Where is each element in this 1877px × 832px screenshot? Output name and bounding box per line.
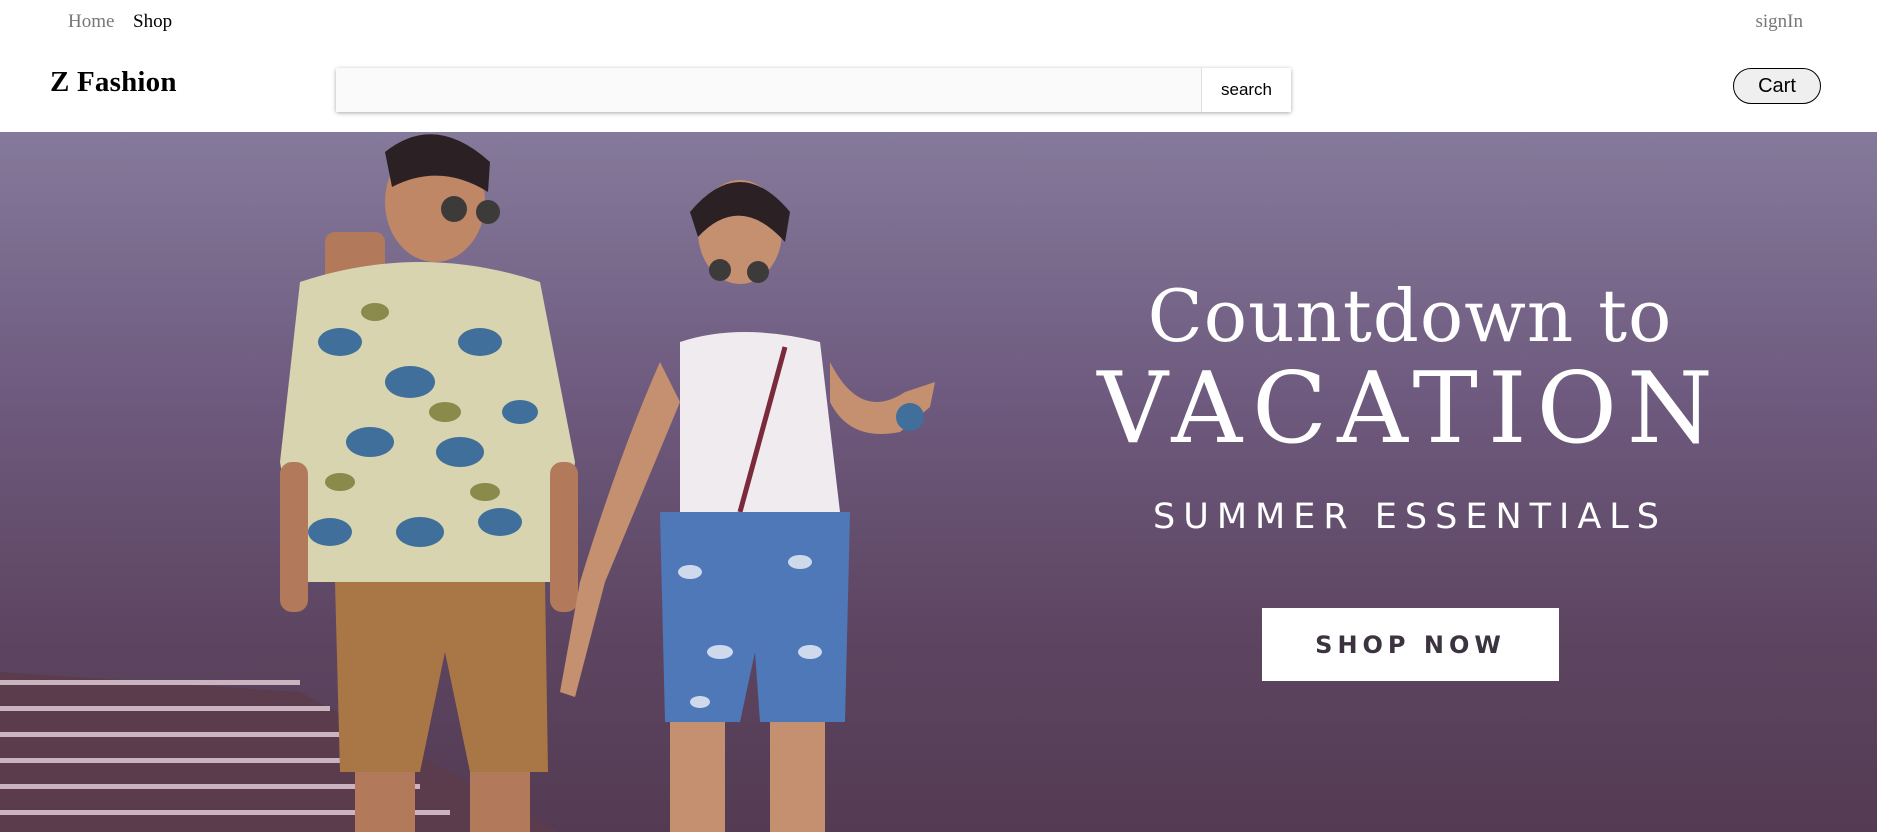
woman-figure: [560, 180, 935, 832]
search-bar: search: [336, 68, 1291, 112]
shop-now-button[interactable]: SHOP NOW: [1262, 608, 1559, 681]
brand-logo[interactable]: Z Fashion: [50, 66, 177, 99]
hero-banner[interactable]: Countdown to VACATION SUMMER ESSENTIALS: [0, 132, 1877, 832]
signin-link[interactable]: signIn: [1756, 11, 1804, 33]
hero-headline: Countdown to: [1147, 274, 1673, 358]
site-header: Z Fashion search Cart: [0, 46, 1877, 132]
cart-button[interactable]: Cart: [1733, 68, 1821, 104]
search-button[interactable]: search: [1201, 68, 1291, 112]
top-navigation: Home Shop signIn: [0, 0, 1877, 46]
hero-title: VACATION: [1097, 352, 1723, 466]
search-input[interactable]: [336, 68, 1201, 112]
hero-photo: [0, 134, 935, 832]
nav-shop-link[interactable]: Shop: [133, 11, 172, 33]
hero-subtitle: SUMMER ESSENTIALS: [1153, 497, 1667, 537]
nav-home-link[interactable]: Home: [68, 11, 114, 33]
